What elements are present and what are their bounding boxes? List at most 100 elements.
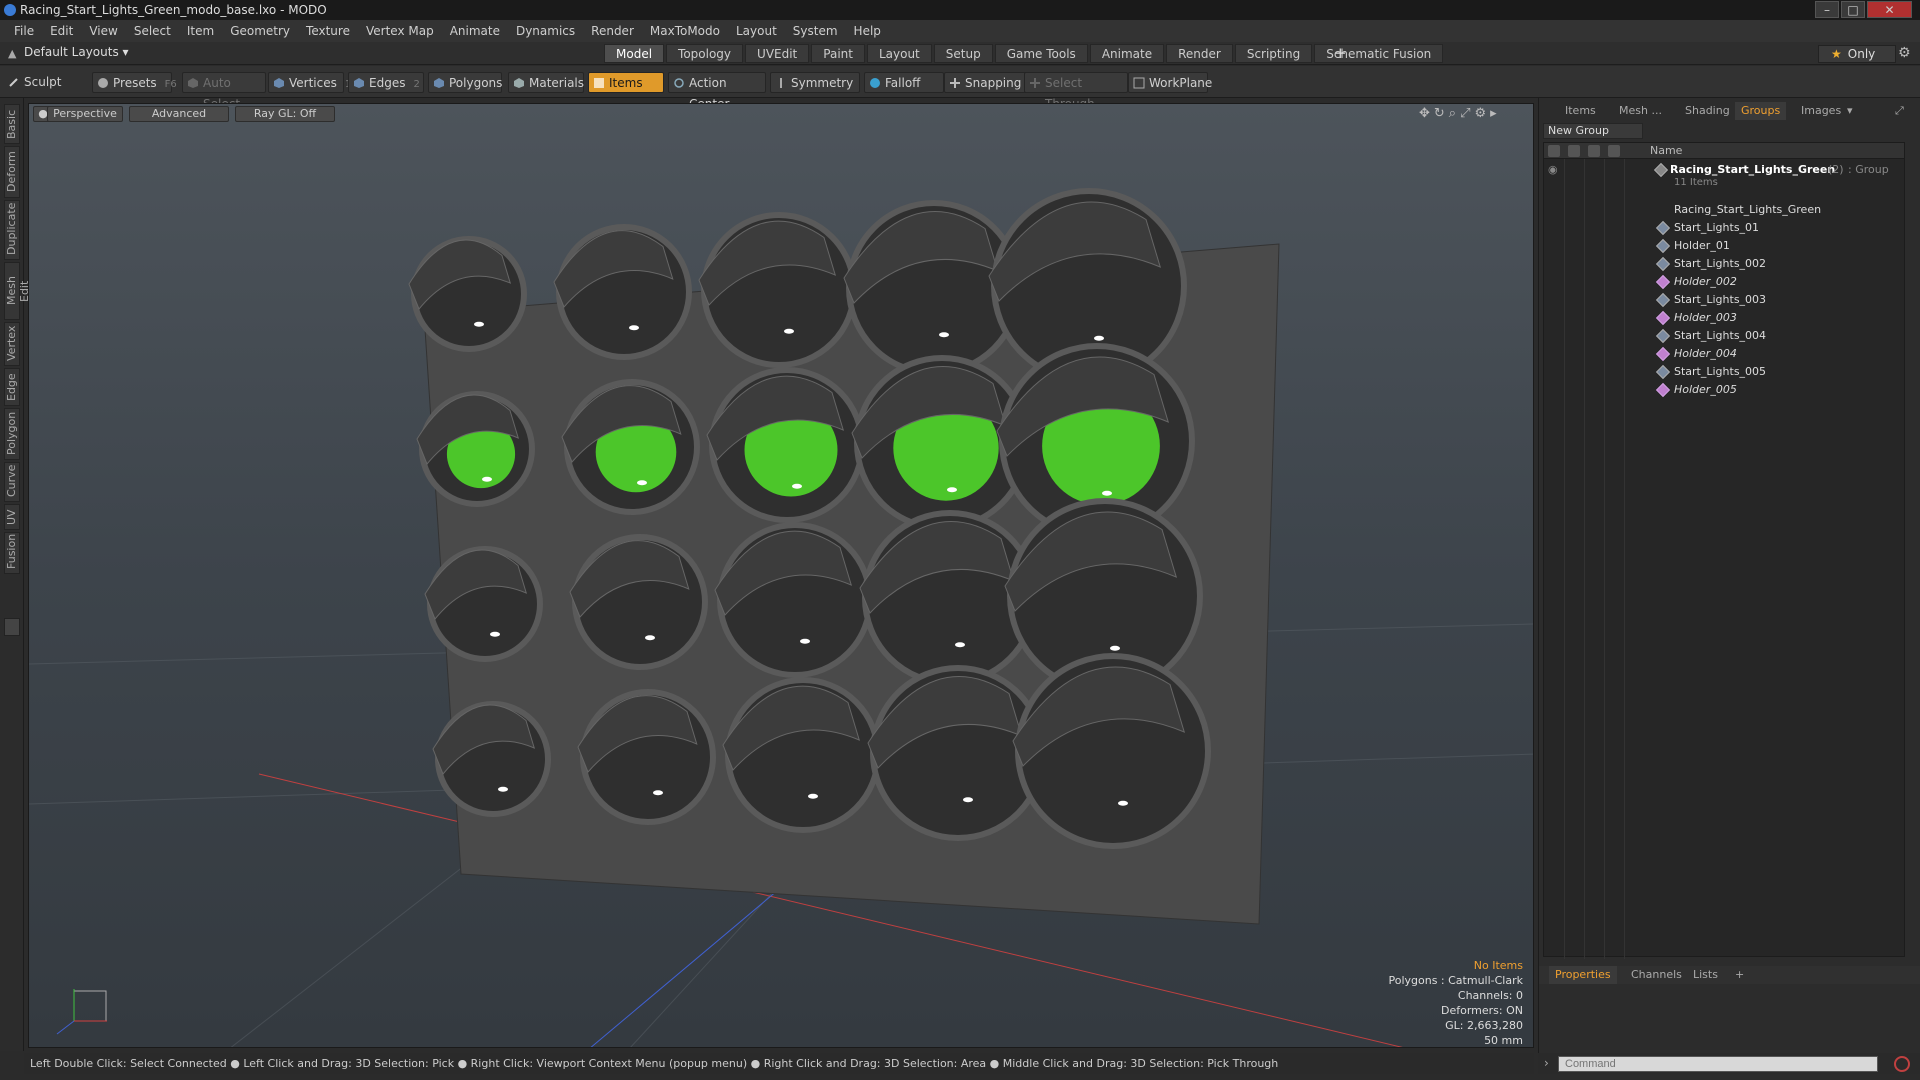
tree-item-row[interactable]: Holder_004 — [1544, 345, 1904, 363]
tree-item-row[interactable]: Racing_Start_Lights_Green — [1544, 201, 1904, 219]
tree-item-row[interactable]: Start_Lights_004 — [1544, 327, 1904, 345]
vtab-vertex[interactable]: Vertex — [4, 322, 20, 366]
menu-texture[interactable]: Texture — [298, 24, 358, 38]
tab-game-tools[interactable]: Game Tools — [994, 44, 1088, 63]
edges-button[interactable]: Edges 2 — [348, 72, 424, 93]
new-group-button[interactable]: New Group — [1543, 123, 1643, 139]
tree-item-row[interactable]: Holder_005 — [1544, 381, 1904, 399]
tab-lists[interactable]: Lists — [1687, 966, 1724, 984]
tab-layout[interactable]: Layout — [866, 44, 932, 63]
vtab-fusion[interactable]: Fusion — [4, 532, 20, 574]
vtab-curve[interactable]: Curve — [4, 462, 20, 502]
menu-select[interactable]: Select — [126, 24, 179, 38]
gear-icon[interactable]: ⚙ — [1898, 45, 1911, 61]
tree-item-row[interactable]: Start_Lights_003 — [1544, 291, 1904, 309]
command-input[interactable] — [1558, 1056, 1878, 1072]
layouts-dropdown[interactable]: Default Layouts ▾ — [24, 45, 129, 59]
menu-geometry[interactable]: Geometry — [222, 24, 298, 38]
specular-highlight — [800, 638, 810, 644]
falloff-button[interactable]: Falloff — [864, 72, 944, 93]
lock-column-icon[interactable] — [1588, 145, 1600, 157]
tree-item-row[interactable]: Holder_01 — [1544, 237, 1904, 255]
vtab-duplicate[interactable]: Duplicate — [4, 200, 20, 260]
tab-images[interactable]: Images — [1795, 102, 1847, 120]
specular-highlight — [474, 321, 484, 327]
mesh-icon — [1655, 328, 1671, 344]
menu-render[interactable]: Render — [583, 24, 642, 38]
vtab-mesh-edit[interactable]: Mesh Edit — [4, 262, 31, 320]
menu-system[interactable]: System — [785, 24, 846, 38]
3d-viewport[interactable]: ● Perspective Advanced Ray GL: Off ✥↻⌕⤢⚙… — [28, 103, 1534, 1048]
specular-highlight — [939, 332, 949, 338]
tab-scripting[interactable]: Scripting — [1234, 44, 1313, 63]
menu-dynamics[interactable]: Dynamics — [508, 24, 583, 38]
tab-channels[interactable]: Channels — [1625, 966, 1688, 984]
tab-properties[interactable]: Properties — [1549, 966, 1617, 984]
info-deformers: Deformers: ON — [1441, 1004, 1523, 1017]
select-column-icon[interactable] — [1608, 145, 1620, 157]
auto-select-button[interactable]: Auto Select — [182, 72, 266, 111]
vertices-button[interactable]: Vertices1 — [268, 72, 351, 93]
tabs-dropdown-icon[interactable]: ▾ — [1841, 102, 1859, 120]
vtab-basic[interactable]: Basic — [4, 104, 20, 144]
close-button[interactable]: ✕ — [1867, 1, 1912, 18]
add-props-tab-icon[interactable]: + — [1729, 966, 1750, 984]
action-center-button[interactable]: Action Center — [668, 72, 766, 111]
menu-help[interactable]: Help — [846, 24, 889, 38]
menu-file[interactable]: File — [6, 24, 42, 38]
tree-item-row[interactable]: Start_Lights_01 — [1544, 219, 1904, 237]
tab-setup[interactable]: Setup — [933, 44, 993, 63]
minimize-button[interactable]: – — [1815, 1, 1839, 18]
vtab-deform[interactable]: Deform — [4, 146, 20, 198]
vtab-uv[interactable]: UV — [4, 504, 20, 530]
vtab-polygon[interactable]: Polygon — [4, 408, 20, 460]
tab-shading[interactable]: Shading — [1679, 102, 1736, 120]
snapping-button[interactable]: Snapping — [944, 72, 1034, 93]
name-column-header[interactable]: Name — [1650, 144, 1682, 157]
menu-animate[interactable]: Animate — [442, 24, 508, 38]
items-button[interactable]: Items — [588, 72, 664, 93]
only-button[interactable]: ★ Only — [1818, 45, 1896, 63]
polygons-icon — [434, 78, 444, 88]
menu-vertex-map[interactable]: Vertex Map — [358, 24, 442, 38]
select-through-button[interactable]: Select Through — [1024, 72, 1128, 111]
add-tab-icon[interactable]: + — [1334, 44, 1347, 62]
record-icon[interactable] — [1894, 1056, 1910, 1072]
menu-layout[interactable]: Layout — [728, 24, 785, 38]
presets-button[interactable]: Presets F6 — [92, 72, 177, 93]
menu-edit[interactable]: Edit — [42, 24, 81, 38]
tab-items[interactable]: Items — [1559, 102, 1602, 120]
polygons-button[interactable]: Polygons — [428, 72, 502, 93]
menu-view[interactable]: View — [81, 24, 125, 38]
tab-render[interactable]: Render — [1166, 44, 1233, 63]
tab-groups[interactable]: Groups — [1735, 102, 1787, 120]
materials-button[interactable]: Materials — [508, 72, 584, 93]
panel-toggle-icon[interactable] — [4, 618, 20, 636]
tree-item-row[interactable]: Holder_003 — [1544, 309, 1904, 327]
tab-model[interactable]: Model — [604, 44, 665, 63]
tab-paint[interactable]: Paint — [811, 44, 865, 63]
tree-item-row[interactable]: Start_Lights_002 — [1544, 255, 1904, 273]
mesh-icon — [1655, 364, 1671, 380]
tab-animate[interactable]: Animate — [1089, 44, 1165, 63]
workplane-button[interactable]: WorkPlane — [1128, 72, 1212, 93]
maximize-button[interactable]: □ — [1841, 1, 1865, 18]
visibility-column-icon[interactable] — [1548, 145, 1560, 157]
render-column-icon[interactable] — [1568, 145, 1580, 157]
specular-highlight — [1094, 335, 1104, 341]
tree-item-row[interactable]: Start_Lights_005 — [1544, 363, 1904, 381]
command-bar: › — [1538, 1053, 1920, 1074]
layout-toggle-icon[interactable]: ▲ — [8, 47, 16, 60]
tab-mesh[interactable]: Mesh ... — [1613, 102, 1668, 120]
mesh-icon — [1655, 274, 1671, 290]
tree-item-row[interactable]: Holder_002 — [1544, 273, 1904, 291]
sculpt-button[interactable]: Sculpt — [4, 72, 90, 93]
mesh-icon — [1655, 256, 1671, 272]
tab-topology[interactable]: Topology — [666, 44, 744, 63]
tab-uvedit[interactable]: UVEdit — [745, 44, 810, 63]
menu-maxtomodo[interactable]: MaxToModo — [642, 24, 728, 38]
expand-icon[interactable]: ⤢ — [1889, 102, 1910, 120]
symmetry-button[interactable]: Symmetry — [770, 72, 860, 93]
menu-item[interactable]: Item — [179, 24, 222, 38]
vtab-edge[interactable]: Edge — [4, 368, 20, 406]
